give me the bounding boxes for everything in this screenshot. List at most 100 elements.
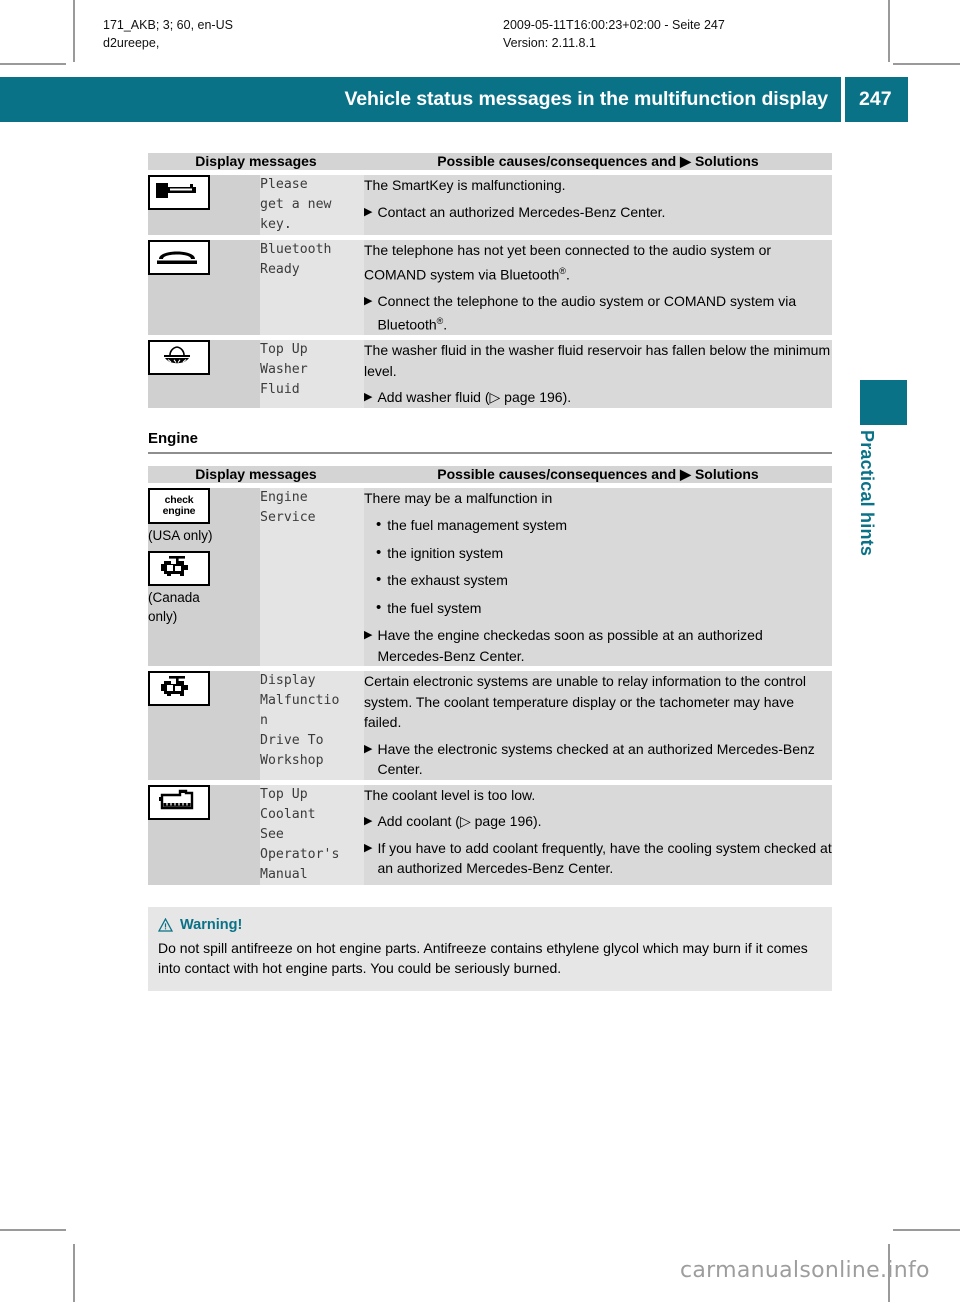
row-description-cell: The coolant level is too low. ▶ Add cool…	[364, 784, 832, 885]
crop-mark-top-right-vertical	[888, 0, 890, 62]
smartkey-icon-glyph	[156, 183, 196, 198]
engine-block-icon-glyph	[161, 676, 188, 697]
print-meta-right-line1: 2009-05-11T16:00:23+02:00 - Seite 247	[503, 18, 725, 32]
solution-triangle-icon: ▶	[680, 153, 691, 169]
row-cause-text: The telephone has not yet been connected…	[364, 242, 772, 283]
bullet-dot-icon: •	[376, 598, 382, 616]
icon-note-canada: (Canada only)	[148, 589, 200, 624]
list-item: • the fuel management system	[364, 515, 832, 536]
warning-triangle-icon	[158, 917, 173, 932]
column-header-solutions-text: Solutions	[694, 465, 759, 482]
row-solution-text: Have the electronic systems checked at a…	[377, 740, 815, 778]
row-solution: ▶ Add coolant (▷ page 196).	[364, 811, 832, 832]
table-row: check engine (USA only) (Canada only) En…	[148, 487, 832, 667]
row-solution-text: Contact an authorized Mercedes-Benz Cent…	[377, 203, 666, 220]
engine-block-icon	[148, 550, 210, 586]
page-title: Vehicle status messages in the multifunc…	[344, 88, 828, 110]
column-header-display-messages: Display messages	[148, 153, 364, 170]
row-cause-text: The SmartKey is malfunctioning.	[364, 177, 566, 193]
row-message-cell: Display Malfunctio n Drive To Workshop	[260, 671, 364, 780]
table-row: Bluetooth Ready The telephone has not ye…	[148, 240, 832, 336]
washer-fluid-icon	[148, 340, 210, 376]
row-icon-cell	[148, 671, 260, 780]
solution-triangle-icon: ▶	[364, 742, 373, 755]
site-watermark: carmanualsonline.info	[680, 1258, 930, 1283]
engine-block-icon	[148, 671, 210, 707]
list-item: • the fuel system	[364, 598, 832, 619]
row-message-cell: Bluetooth Ready	[260, 240, 364, 336]
table-header-row: Display messages Possible causes/consequ…	[148, 465, 832, 483]
check-engine-text-icon-glyph: check engine	[162, 494, 196, 517]
telephone-handset-icon	[148, 240, 210, 275]
crop-mark-top-left-vertical	[73, 0, 75, 62]
warning-box: Warning! Do not spill antifreeze on hot …	[148, 906, 832, 991]
row-message-cell: Top Up Washer Fluid	[260, 340, 364, 408]
row-cause-text: There may be a malfunction in	[364, 489, 553, 506]
solution-triangle-icon: ▶	[364, 294, 373, 307]
print-meta-left-line1: 171_AKB; 3; 60, en-US	[103, 18, 233, 32]
row-icon-cell: check engine (USA only) (Canada only)	[148, 487, 260, 667]
page-header-band: Vehicle status messages in the multifunc…	[0, 77, 841, 122]
row-solution-text: Have the engine checkedas soon as possib…	[377, 627, 763, 664]
bullet-text: the exhaust system	[387, 572, 508, 589]
coolant-reservoir-icon	[148, 784, 210, 820]
crop-mark-bottom-right-horizontal	[893, 1229, 960, 1231]
page-number-band: 247	[845, 77, 908, 122]
warning-body-text: Do not spill antifreeze on hot engine pa…	[158, 939, 808, 977]
chapter-tab-block	[860, 380, 907, 425]
print-meta-right: 2009-05-11T16:00:23+02:00 - Seite 247 Ve…	[503, 16, 725, 52]
print-meta-left-line2: d2ureepe,	[103, 36, 160, 50]
column-header-causes-text: Possible causes/consequences and	[437, 465, 677, 482]
row-solution: ▶ Connect the telephone to the audio sys…	[364, 291, 832, 336]
row-solution: ▶ Contact an authorized Mercedes-Benz Ce…	[364, 202, 832, 223]
washer-fluid-icon-glyph	[164, 346, 190, 364]
table-row: Please get a new key. The SmartKey is ma…	[148, 175, 832, 235]
row-description-cell: Certain electronic systems are unable to…	[364, 671, 832, 780]
table-row: Display Malfunctio n Drive To Workshop C…	[148, 671, 832, 780]
solution-triangle-icon: ▶	[364, 629, 373, 642]
column-header-display-messages: Display messages	[148, 465, 364, 483]
row-description-cell: The washer fluid in the washer fluid res…	[364, 340, 832, 408]
row-cause-text: The coolant level is too low.	[364, 786, 536, 803]
list-item: • the exhaust system	[364, 570, 832, 591]
crop-mark-bottom-left-horizontal	[0, 1229, 66, 1231]
bullet-dot-icon: •	[376, 571, 382, 589]
row-icon-cell	[148, 340, 260, 408]
status-message-table-general: Display messages Possible causes/consequ…	[148, 153, 832, 408]
row-message-cell: Top Up Coolant See Operator's Manual	[260, 784, 364, 885]
smartkey-icon	[148, 175, 210, 210]
row-description-cell: There may be a malfunction in • the fuel…	[364, 487, 832, 667]
section-divider	[148, 451, 832, 454]
crop-mark-top-left-horizontal	[0, 63, 66, 65]
row-solution-text: If you have to add coolant frequently, h…	[377, 839, 832, 877]
solution-triangle-icon: ▶	[364, 391, 373, 404]
warning-title: Warning!	[180, 916, 243, 933]
section-heading-engine: Engine	[148, 429, 199, 447]
bullet-text: the fuel system	[387, 599, 482, 616]
row-solution: ▶ Have the engine checkedas soon as poss…	[364, 625, 832, 666]
check-engine-text-icon: check engine	[148, 487, 210, 524]
crop-mark-top-right-horizontal	[893, 63, 960, 65]
crop-mark-bottom-left-vertical	[73, 1244, 75, 1302]
row-description-cell: The SmartKey is malfunctioning. ▶ Contac…	[364, 175, 832, 235]
row-solution-text: Connect the telephone to the audio syste…	[377, 292, 797, 333]
row-solution: ▶ If you have to add coolant frequently,…	[364, 838, 832, 879]
print-meta-left: 171_AKB; 3; 60, en-US d2ureepe,	[103, 16, 233, 52]
page-content: Display messages Possible causes/consequ…	[148, 153, 832, 991]
solution-triangle-icon: ▶	[364, 205, 373, 218]
telephone-handset-icon-glyph	[157, 251, 197, 264]
column-header-causes-text: Possible causes/consequences and	[437, 153, 677, 169]
solution-triangle-icon: ▶	[364, 815, 373, 828]
page-number: 247	[859, 88, 892, 110]
row-description-cell: The telephone has not yet been connected…	[364, 240, 832, 336]
warning-triangle-icon-glyph	[158, 917, 173, 932]
solution-triangle-icon: ▶	[364, 841, 373, 854]
row-solution-text: Add coolant (▷ page 196).	[377, 813, 542, 830]
check-engine-line2: engine	[162, 504, 196, 517]
coolant-reservoir-icon-glyph	[159, 789, 194, 810]
bullet-dot-icon: •	[376, 516, 382, 534]
list-item: • the ignition system	[364, 543, 832, 564]
row-icon-cell	[148, 240, 260, 336]
row-icon-cell	[148, 175, 260, 235]
icon-note-usa: (USA only)	[148, 527, 213, 543]
